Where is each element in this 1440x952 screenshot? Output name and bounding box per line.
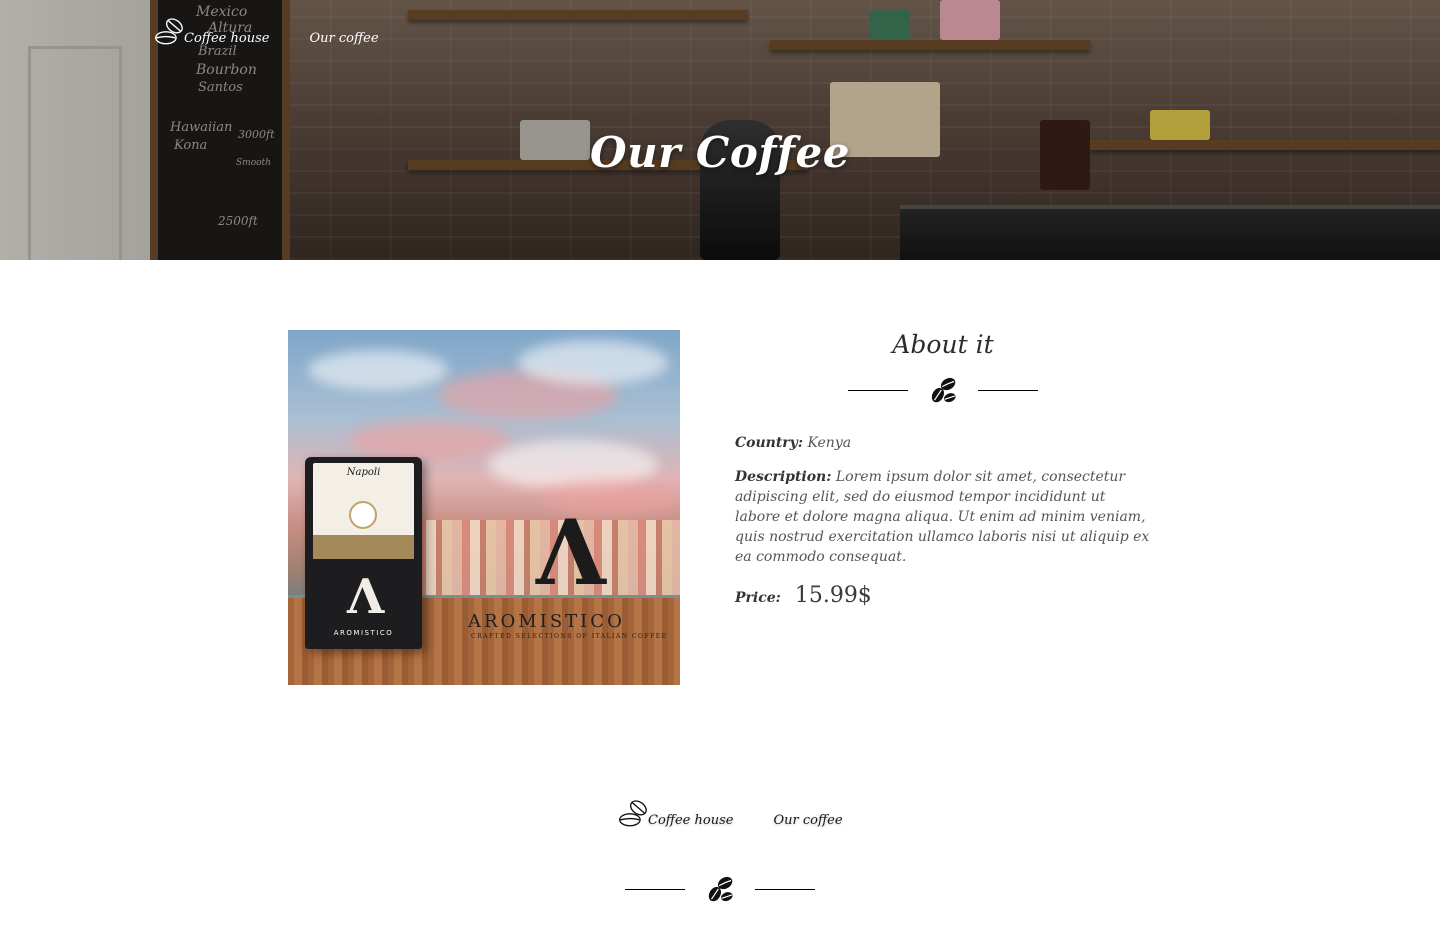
section-divider (735, 373, 1151, 407)
price-value: 15.99$ (794, 583, 872, 608)
footer-link-our-coffee[interactable]: Our coffee (773, 813, 842, 828)
footer-divider (625, 872, 815, 906)
coffee-bag: Napoli Λ AROMISTICO (305, 457, 422, 649)
about-panel: About it Country: Kenya Description: Lor… (735, 330, 1158, 608)
nav-link-our-coffee[interactable]: Our coffee (309, 31, 378, 46)
hero-banner: Mexico Altura Brazil Bourbon Santos Hawa… (0, 0, 1440, 260)
footer-nav: Coffee house Our coffee (618, 796, 843, 830)
top-nav: Coffee house Our coffee (154, 14, 379, 48)
divider-line (848, 389, 908, 391)
image-brand-tagline: CRAFTED SELECTIONS OF ITALIAN COFFEE (471, 633, 668, 640)
price-row: Price: 15.99$ (735, 583, 1158, 608)
footer-logo-label: Coffee house (648, 813, 734, 828)
description-label: Description: (735, 469, 832, 485)
coffee-beans-icon (931, 377, 956, 403)
coffee-beans-icon (708, 876, 733, 902)
footer-logo-link[interactable]: Coffee house (618, 796, 733, 830)
image-brand-text: AROMISTICO (468, 611, 625, 632)
logo-link[interactable]: Coffee house (154, 14, 269, 48)
country-row: Country: Kenya (735, 433, 1158, 453)
product-section: Λ AROMISTICO CRAFTED SELECTIONS OF ITALI… (288, 330, 1158, 690)
page-title: Our Coffee (590, 128, 850, 177)
divider-line (755, 888, 815, 890)
about-title: About it (892, 330, 994, 359)
coffee-bean-outline-icon (155, 18, 183, 45)
product-image: Λ AROMISTICO CRAFTED SELECTIONS OF ITALI… (288, 330, 680, 685)
logo-label: Coffee house (184, 31, 270, 46)
country-label: Country: (735, 435, 803, 451)
bag-name: Napoli (346, 467, 381, 478)
divider-line (625, 888, 685, 890)
price-label: Price: (735, 590, 781, 606)
coffee-bean-outline-icon (619, 800, 647, 827)
divider-line (978, 389, 1038, 391)
country-value: Kenya (807, 435, 852, 451)
bag-brand: AROMISTICO (333, 629, 394, 637)
description-row: Description: Lorem ipsum dolor sit amet,… (735, 467, 1155, 567)
